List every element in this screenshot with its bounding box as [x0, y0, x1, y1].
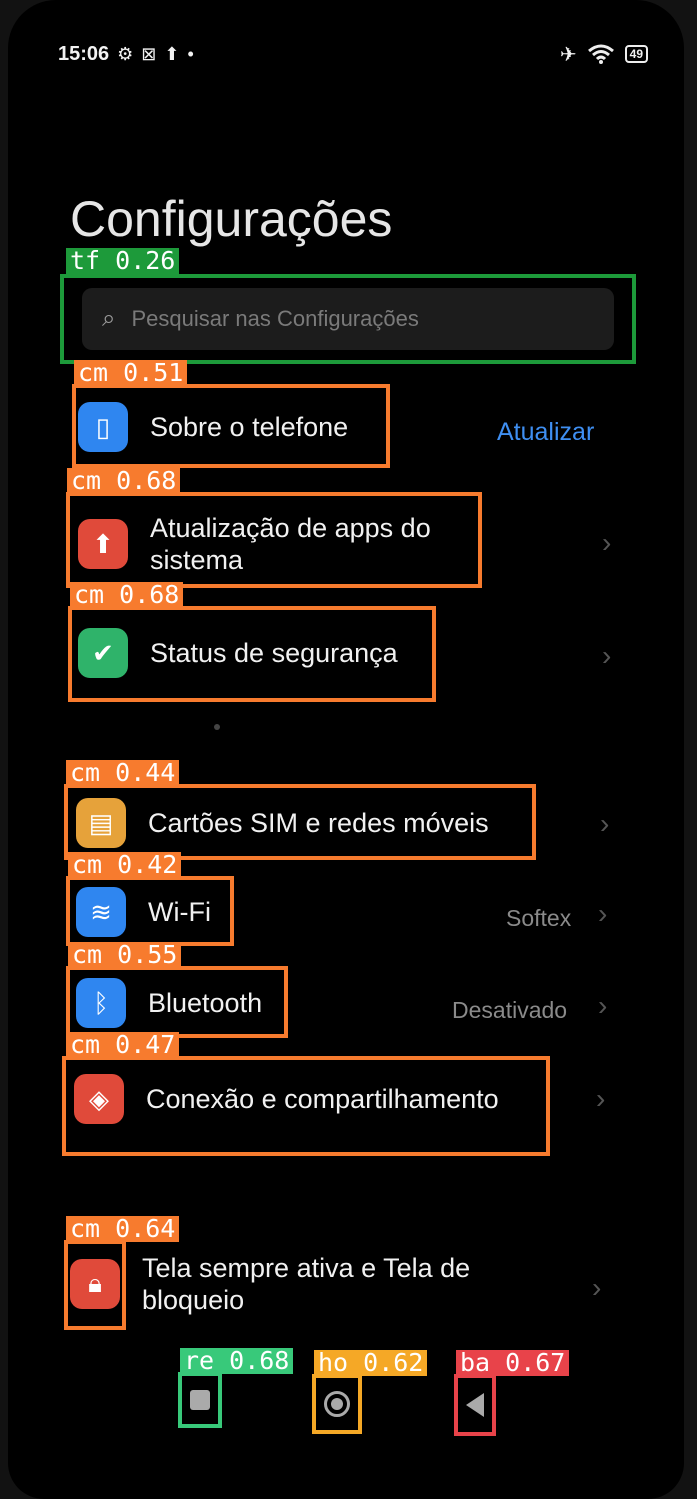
chevron-right-icon: ›: [598, 898, 608, 929]
menu-item-wifi[interactable]: ≋ Wi-Fi: [76, 887, 211, 937]
detector-label-search: tf 0.26: [66, 248, 180, 274]
chevron-right-icon: ›: [602, 640, 612, 671]
home-icon: [324, 1391, 350, 1417]
menu-item-label: Conexão e compartilhamento: [146, 1084, 499, 1114]
back-button[interactable]: [454, 1374, 496, 1436]
detector-label-back: ba 0.67: [456, 1350, 570, 1376]
menu-item-label: Tela sempre ativa e Tela de bloqueio: [142, 1253, 471, 1315]
page-indicator-dot: [214, 724, 220, 730]
menu-item-label: Bluetooth: [148, 988, 263, 1018]
menu-item-label: Atualização de apps do sistema: [150, 513, 431, 575]
wifi-network-value: Softex: [506, 905, 572, 931]
detector-label-system-update: cm 0.68: [67, 468, 181, 494]
chevron-right-icon: ›: [600, 808, 610, 839]
menu-item-label: Status de segurança: [150, 638, 398, 668]
update-link[interactable]: Atualizar: [497, 418, 594, 447]
sim-icon: ▤: [76, 798, 126, 848]
settings-gear-icon: ⚙: [117, 43, 134, 64]
share-icon: ◈: [74, 1074, 124, 1124]
detector-label-connection: cm 0.47: [66, 1032, 180, 1058]
lock-icon: 🔒︎: [70, 1259, 120, 1309]
menu-item-bluetooth[interactable]: ᛒ Bluetooth: [76, 978, 262, 1028]
chevron-right-icon: ›: [602, 527, 612, 558]
detector-label-sim: cm 0.44: [66, 760, 180, 786]
upload-icon: ⬆: [164, 43, 180, 64]
arrow-up-icon: ⬆: [78, 519, 128, 569]
chevron-right-icon: ›: [598, 990, 608, 1021]
notification-icon: ⊠: [141, 43, 157, 64]
detector-label-recents: re 0.68: [180, 1348, 294, 1374]
bluetooth-icon: ᛒ: [76, 978, 126, 1028]
wifi-status-icon: [587, 44, 614, 64]
clock: 15:06: [58, 42, 110, 65]
bluetooth-status-value: Desativado: [452, 997, 568, 1023]
back-icon: [466, 1393, 484, 1417]
search-icon: ⌕: [102, 305, 116, 332]
status-right: ✈ 49: [560, 42, 648, 67]
wifi-icon: ≋: [76, 887, 126, 937]
detector-label-about: cm 0.51: [74, 360, 188, 386]
search-input[interactable]: [129, 305, 554, 333]
shield-icon: ✔: [78, 628, 128, 678]
phone-icon: ▯: [78, 402, 128, 452]
menu-item-sim-cards[interactable]: ▤ Cartões SIM e redes móveis: [76, 798, 489, 848]
page-title: Configurações: [70, 191, 393, 247]
detector-label-wifi: cm 0.42: [68, 852, 182, 878]
home-button[interactable]: [312, 1374, 362, 1434]
menu-item-about-phone[interactable]: ▯ Sobre o telefone: [78, 402, 348, 452]
recents-button[interactable]: [178, 1372, 222, 1428]
menu-item-label: Sobre o telefone: [150, 412, 349, 442]
chevron-right-icon: ›: [596, 1083, 606, 1114]
detector-label-home: ho 0.62: [314, 1350, 428, 1376]
airplane-icon: ✈: [559, 43, 577, 66]
detector-label-security: cm 0.68: [70, 582, 184, 608]
search-box[interactable]: ⌕: [60, 274, 636, 364]
menu-item-label: Cartões SIM e redes móveis: [148, 808, 489, 838]
chevron-right-icon: ›: [592, 1272, 602, 1303]
search-field[interactable]: ⌕: [82, 288, 614, 350]
menu-item-system-apps-update[interactable]: ⬆ Atualização de apps do sistema: [78, 512, 468, 576]
battery-indicator: 49: [624, 45, 648, 63]
menu-item-security-status[interactable]: ✔ Status de segurança: [78, 628, 398, 678]
detector-label-bluetooth: cm 0.55: [68, 942, 182, 968]
status-bar: 15:06 ⚙ ⊠ ⬆ • ✈ 49: [58, 38, 648, 70]
recents-icon: [190, 1390, 210, 1410]
menu-item-lock-screen[interactable]: 🔒︎ Tela sempre ativa e Tela de bloqueio: [70, 1252, 540, 1316]
menu-item-connection-sharing[interactable]: ◈ Conexão e compartilhamento: [74, 1074, 499, 1124]
menu-item-label: Wi-Fi: [148, 897, 211, 927]
dot-icon: •: [187, 43, 194, 64]
detector-label-lock-screen: cm 0.64: [66, 1216, 180, 1242]
